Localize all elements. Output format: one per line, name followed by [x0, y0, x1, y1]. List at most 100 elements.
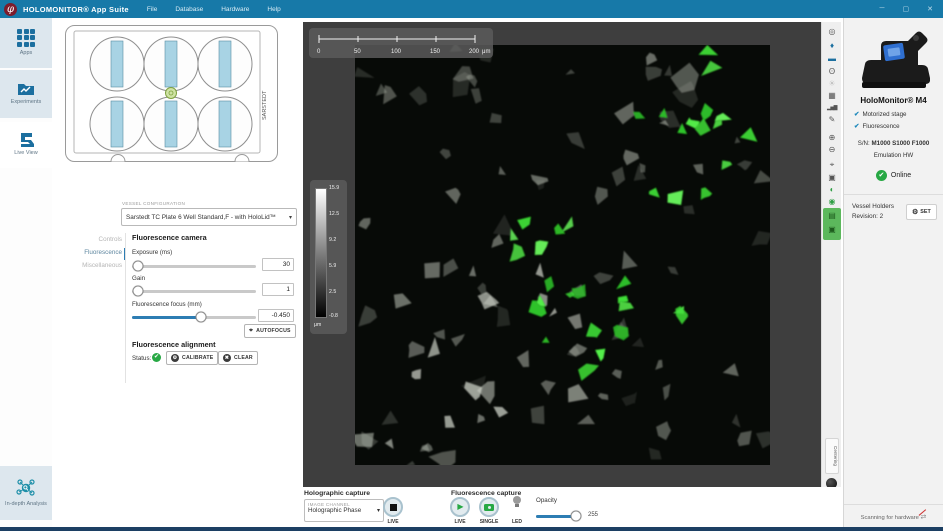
tab-miscellaneous[interactable]: Miscellaneous: [82, 262, 122, 269]
sidebar-item-label: Apps: [20, 50, 33, 57]
vessel-holders-label: Vessel Holders: [852, 202, 894, 212]
calibrate-button[interactable]: ⚙ CALIBRATE: [166, 351, 218, 365]
alignment-status-label: Status:: [132, 355, 151, 362]
exposure-slider-handle[interactable]: [133, 261, 144, 272]
led-button[interactable]: [513, 496, 521, 506]
brightness-icon[interactable]: ☀: [822, 78, 842, 90]
target-icon[interactable]: ⌖: [822, 159, 842, 171]
fluorescence-save-icon[interactable]: ▣: [823, 224, 841, 236]
zoom-out-icon[interactable]: ⊖: [822, 144, 842, 156]
well-plate-map[interactable]: SARSTEDT: [65, 25, 278, 162]
image-channel-dropdown[interactable]: IMAGE CHANNEL Holographic Phase ▾: [304, 499, 384, 522]
scale-tick-100: 100: [391, 49, 402, 55]
menu-hardware[interactable]: Hardware: [221, 6, 249, 13]
focus-slider-handle[interactable]: [196, 312, 207, 323]
colorbar-label: 9.2: [329, 237, 346, 243]
camera-section-heading: Fluorescence camera: [132, 233, 207, 242]
holomonitor-device-image: [858, 26, 930, 92]
online-status-badge: ✔ Online: [844, 170, 943, 181]
minimize-button[interactable]: ─: [880, 5, 885, 13]
gear-icon: ⚙: [912, 208, 918, 216]
focus-value-field[interactable]: -0.450: [258, 309, 294, 322]
gain-slider[interactable]: [132, 290, 256, 293]
app-title: HOLOMONITOR® App Suite: [23, 5, 129, 14]
fluorescence-single-button[interactable]: [479, 497, 499, 517]
check-icon: ✔: [854, 122, 859, 130]
scalebar-toggle-icon[interactable]: ▬: [822, 53, 842, 65]
chevron-down-icon: ▾: [377, 507, 380, 514]
pin-icon[interactable]: ♦: [822, 40, 842, 52]
exposure-label: Exposure (ms): [132, 249, 172, 256]
centering-tab[interactable]: Centering: [825, 438, 839, 474]
scale-bar-overlay: 0 50 100 150 200 μm: [309, 28, 493, 58]
device-feature: Fluorescence: [862, 123, 899, 130]
grid-icon[interactable]: ▦: [822, 90, 842, 102]
opacity-label: Opacity: [536, 497, 557, 504]
menu-help[interactable]: Help: [267, 6, 280, 13]
fluorescence-live-button[interactable]: ▶: [450, 497, 470, 517]
maximize-button[interactable]: ▢: [903, 5, 910, 13]
led-bulb-icon: [513, 496, 521, 504]
save-image-icon[interactable]: ▣: [822, 172, 842, 184]
record-icon[interactable]: ◉: [822, 196, 842, 208]
online-status-text: Online: [891, 172, 911, 179]
colorbar-label: 15.9: [329, 185, 346, 191]
gain-value-field[interactable]: 1: [262, 283, 294, 296]
scale-tick-50: 50: [354, 49, 361, 55]
vessel-config-label: VESSEL CONFIGURATION: [122, 201, 185, 206]
sidebar: Apps Experiments Live View: [0, 18, 52, 527]
tab-fluorescence[interactable]: Fluorescence: [84, 249, 122, 256]
scale-tick-0: 0: [317, 49, 321, 55]
sidebar-item-experiments[interactable]: Experiments: [0, 70, 52, 118]
vessel-config-dropdown[interactable]: Sarstedt TC Plate 6 Well Standard,F - wi…: [121, 208, 297, 226]
app-window: φ HOLOMONITOR® App Suite File Database H…: [0, 0, 943, 531]
phi-logo-icon: φ: [4, 3, 17, 16]
gain-label: Gain: [132, 275, 145, 282]
alignment-status-ok-icon: ✔: [152, 353, 161, 362]
navigation-icon[interactable]: ◎: [822, 26, 842, 38]
set-button-label: SET: [920, 209, 930, 215]
colorbar-label: -0.8: [329, 313, 346, 319]
autofocus-button[interactable]: ⌖ AUTOFOCUS: [244, 324, 296, 338]
focus-label: Fluorescence focus (mm): [132, 301, 202, 308]
menu-file[interactable]: File: [147, 6, 157, 13]
colorbar-label: 12.5: [329, 211, 346, 217]
hardware-status-bar: Scanning for hardware ⇄: [844, 504, 943, 521]
measure-icon[interactable]: ✎: [822, 114, 842, 126]
exposure-slider[interactable]: [132, 265, 256, 268]
histogram-icon[interactable]: ▂▅▇: [822, 102, 842, 114]
check-icon: ✔: [854, 110, 859, 118]
opacity-slider-handle[interactable]: [571, 511, 582, 522]
sidebar-item-in-depth-analysis[interactable]: In-depth Analysis: [0, 466, 52, 520]
scanning-status-text: Scanning for hardware: [861, 515, 919, 521]
holographic-live-button[interactable]: [383, 497, 403, 517]
live-image-viewer: 0 50 100 150 200 μm 15.9 12.5 9.2 5.9 2.…: [303, 22, 821, 487]
fluorescence-view-icon[interactable]: ▤: [823, 210, 841, 222]
contrast-icon[interactable]: ◐: [822, 184, 842, 196]
vessel-set-button[interactable]: ⚙ SET: [906, 204, 937, 220]
stop-icon: [390, 504, 397, 511]
menu-database[interactable]: Database: [175, 6, 203, 13]
focus-slider[interactable]: [132, 316, 256, 319]
opacity-value: 255: [588, 512, 598, 518]
opacity-slider[interactable]: [536, 515, 580, 518]
close-button[interactable]: ✕: [927, 5, 933, 13]
exposure-value-field[interactable]: 30: [262, 258, 294, 271]
apps-grid-icon: [17, 29, 35, 47]
zoom-in-icon[interactable]: ⊕: [822, 132, 842, 144]
scale-tick-200: 200: [469, 49, 480, 55]
fluorescence-single-label: SINGLE: [476, 519, 502, 525]
sidebar-item-apps[interactable]: Apps: [0, 18, 52, 68]
phase-colorbar-overlay: 15.9 12.5 9.2 5.9 2.5 -0.8 μm: [310, 180, 347, 334]
tab-controls[interactable]: Controls: [99, 236, 122, 243]
hardware-panel: HoloMonitor® M4 ✔ Motorized stage ✔ Fluo…: [843, 18, 943, 527]
led-label: LED: [504, 519, 530, 525]
fluorescence-capture-heading: Fluorescence capture: [451, 490, 521, 497]
gain-slider-handle[interactable]: [133, 286, 144, 297]
sidebar-item-live-view[interactable]: Live View: [0, 122, 52, 168]
clear-button[interactable]: ✖ CLEAR: [218, 351, 258, 365]
title-bar: φ HOLOMONITOR® App Suite File Database H…: [0, 0, 943, 18]
lightbulb-icon[interactable]: ʘ: [822, 66, 842, 78]
serial-value: M1000 S1000 F1000: [871, 140, 929, 147]
control-column: SARSTEDT VESSEL CONFIGURATION Sarstedt T…: [52, 18, 303, 527]
